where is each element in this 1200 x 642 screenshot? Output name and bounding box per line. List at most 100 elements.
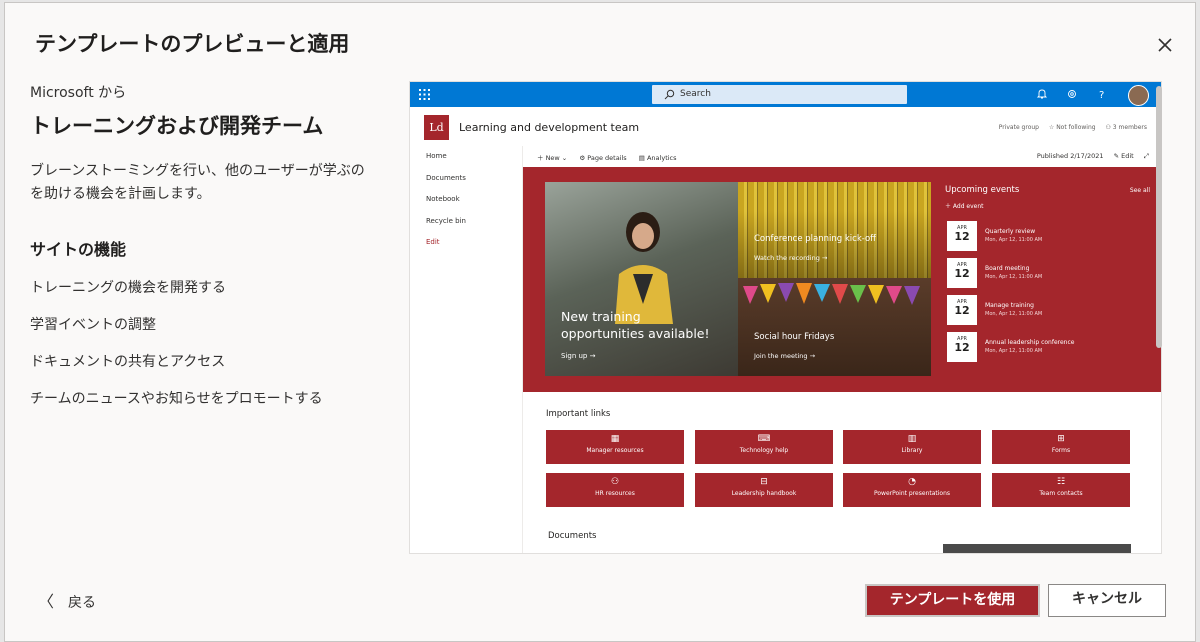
site-header: Ld Learning and development team Private… <box>410 107 1161 147</box>
analytics-command: ▤ Analytics <box>638 154 677 162</box>
link-label: PowerPoint presentations <box>873 490 951 497</box>
link-icon: ⌨ <box>757 434 771 444</box>
site-logo: Ld <box>424 115 449 140</box>
cancel-button[interactable]: キャンセル <box>1048 584 1166 617</box>
quick-link: ⊞ Forms <box>992 430 1130 464</box>
event-day: 12 <box>954 341 970 354</box>
dialog-title: テンプレートのプレビューと適用 <box>35 32 350 56</box>
preview-search-box: Search <box>652 85 907 104</box>
events-heading: Upcoming events <box>945 185 1020 195</box>
published-date: Published 2/17/2021 <box>1036 152 1104 160</box>
link-label: Forms <box>1051 447 1071 454</box>
hero-main-link: Sign up → <box>561 352 596 360</box>
search-icon <box>664 89 675 100</box>
link-label: Leadership handbook <box>731 490 797 497</box>
hero-tile3-title: Social hour Fridays <box>754 332 835 342</box>
student-photo <box>615 212 673 324</box>
event-date: APR 12 <box>947 295 977 325</box>
close-icon[interactable] <box>1153 33 1177 57</box>
event-item: APR 12 Board meeting Mon, Apr 12, 11:00 … <box>947 258 1147 290</box>
event-date: APR 12 <box>947 221 977 251</box>
suite-bar: Search ? <box>410 82 1161 107</box>
hero-tile3-link: Join the meeting → <box>754 352 816 360</box>
event-time: Mon, Apr 12, 11:00 AM <box>985 348 1043 354</box>
feature-item: チームのニュースやお知らせをプロモートする <box>30 391 323 407</box>
hero-tile2-link: Watch the recording → <box>754 254 828 262</box>
add-event: ＋ Add event <box>945 203 984 210</box>
link-icon: ◔ <box>908 477 916 487</box>
feature-item: トレーニングの機会を開発する <box>30 280 226 296</box>
nav-item-documents: Documents <box>426 173 466 182</box>
link-label: Technology help <box>739 447 789 454</box>
app-launcher-icon <box>419 89 430 100</box>
quick-link: ☷ Team contacts <box>992 473 1130 507</box>
event-time: Mon, Apr 12, 11:00 AM <box>985 311 1043 317</box>
quick-link: ◔ PowerPoint presentations <box>843 473 981 507</box>
hero-tile-conference: Conference planning kick-off Watch the r… <box>738 182 931 278</box>
link-label: Team contacts <box>1039 490 1083 497</box>
svg-text:?: ? <box>1099 90 1104 100</box>
nav-item-recycle-bin: Recycle bin <box>426 216 466 225</box>
features-heading: サイトの機能 <box>30 240 127 259</box>
member-count: ⚇ 3 members <box>1105 124 1147 131</box>
document-thumbnail <box>943 544 1131 553</box>
link-icon: ⊞ <box>1057 434 1065 444</box>
avatar <box>1128 85 1149 106</box>
command-bar: ＋ New ⌄ ⚙ Page details ▤ Analytics Publi… <box>523 148 1161 166</box>
feature-item: 学習イベントの調整 <box>30 317 156 333</box>
edit-command: ✎ Edit <box>1113 152 1134 160</box>
link-icon: ▦ <box>610 434 620 444</box>
event-date: APR 12 <box>947 332 977 362</box>
event-time: Mon, Apr 12, 11:00 AM <box>985 274 1043 280</box>
event-name: Board meeting <box>985 265 1030 272</box>
hero-section: New training opportunities available! Si… <box>523 167 1161 392</box>
page-details-command: ⚙ Page details <box>579 154 627 162</box>
link-icon: ⊟ <box>760 477 768 487</box>
expand-icon: ⤢ <box>1143 152 1149 160</box>
events-see-all: See all <box>1129 187 1150 194</box>
event-item: APR 12 Manage training Mon, Apr 12, 11:0… <box>947 295 1147 327</box>
event-day: 12 <box>954 267 970 280</box>
event-day: 12 <box>954 304 970 317</box>
chevron-left-icon: 〈 <box>38 592 55 611</box>
link-icon: ☷ <box>1056 477 1066 487</box>
back-button[interactable]: 〈戻る <box>38 588 96 612</box>
template-name: トレーニングおよび開発チーム <box>30 114 324 138</box>
link-label: Library <box>901 447 923 454</box>
search-placeholder: Search <box>680 89 711 99</box>
use-template-button[interactable]: テンプレートを使用 <box>865 584 1040 617</box>
quick-link: ⚇ HR resources <box>546 473 684 507</box>
link-icon: ⚇ <box>610 477 620 487</box>
new-command: ＋ New ⌄ <box>537 154 568 162</box>
site-name: Learning and development team <box>459 121 640 134</box>
nav-item-home: Home <box>426 152 447 160</box>
event-day: 12 <box>954 230 970 243</box>
site-meta: Private group ☆ Not following ⚇ 3 member… <box>991 124 1147 131</box>
template-description: ブレーンストーミングを行い、他のユーザーが学ぶのを助ける機会を計画します。 <box>30 163 365 202</box>
event-name: Quarterly review <box>985 228 1036 235</box>
quick-link: ⌨ Technology help <box>695 430 833 464</box>
event-name: Manage training <box>985 302 1034 309</box>
site-nav: Home Documents Notebook Recycle bin Edit <box>426 152 506 260</box>
feature-item: ドキュメントの共有とアクセス <box>30 354 226 370</box>
template-preview[interactable]: Search ? Ld Learning and development tea… <box>409 81 1162 554</box>
gear-icon <box>1068 90 1076 98</box>
link-label: Manager resources <box>586 447 644 454</box>
event-date: APR 12 <box>947 258 977 288</box>
nav-item-edit: Edit <box>426 238 440 246</box>
nav-item-notebook: Notebook <box>426 195 460 203</box>
bell-icon <box>1036 89 1048 99</box>
quick-link: ⊟ Leadership handbook <box>695 473 833 507</box>
site-privacy: Private group <box>998 124 1039 131</box>
template-source: Microsoft から <box>30 85 127 101</box>
event-item: APR 12 Quarterly review Mon, Apr 12, 11:… <box>947 221 1147 253</box>
hero-tile2-title: Conference planning kick-off <box>754 234 877 244</box>
hero-tile-social: Social hour Fridays Join the meeting → <box>738 278 931 376</box>
preview-scrollbar[interactable] <box>1156 86 1162 348</box>
hero-tile-main: New training opportunities available! Si… <box>545 182 738 376</box>
important-links-heading: Important links <box>546 409 611 419</box>
bunting-decoration <box>743 283 920 305</box>
event-time: Mon, Apr 12, 11:00 AM <box>985 237 1043 243</box>
event-name: Annual leadership conference <box>985 339 1075 346</box>
quick-link: ▦ Manager resources <box>546 430 684 464</box>
